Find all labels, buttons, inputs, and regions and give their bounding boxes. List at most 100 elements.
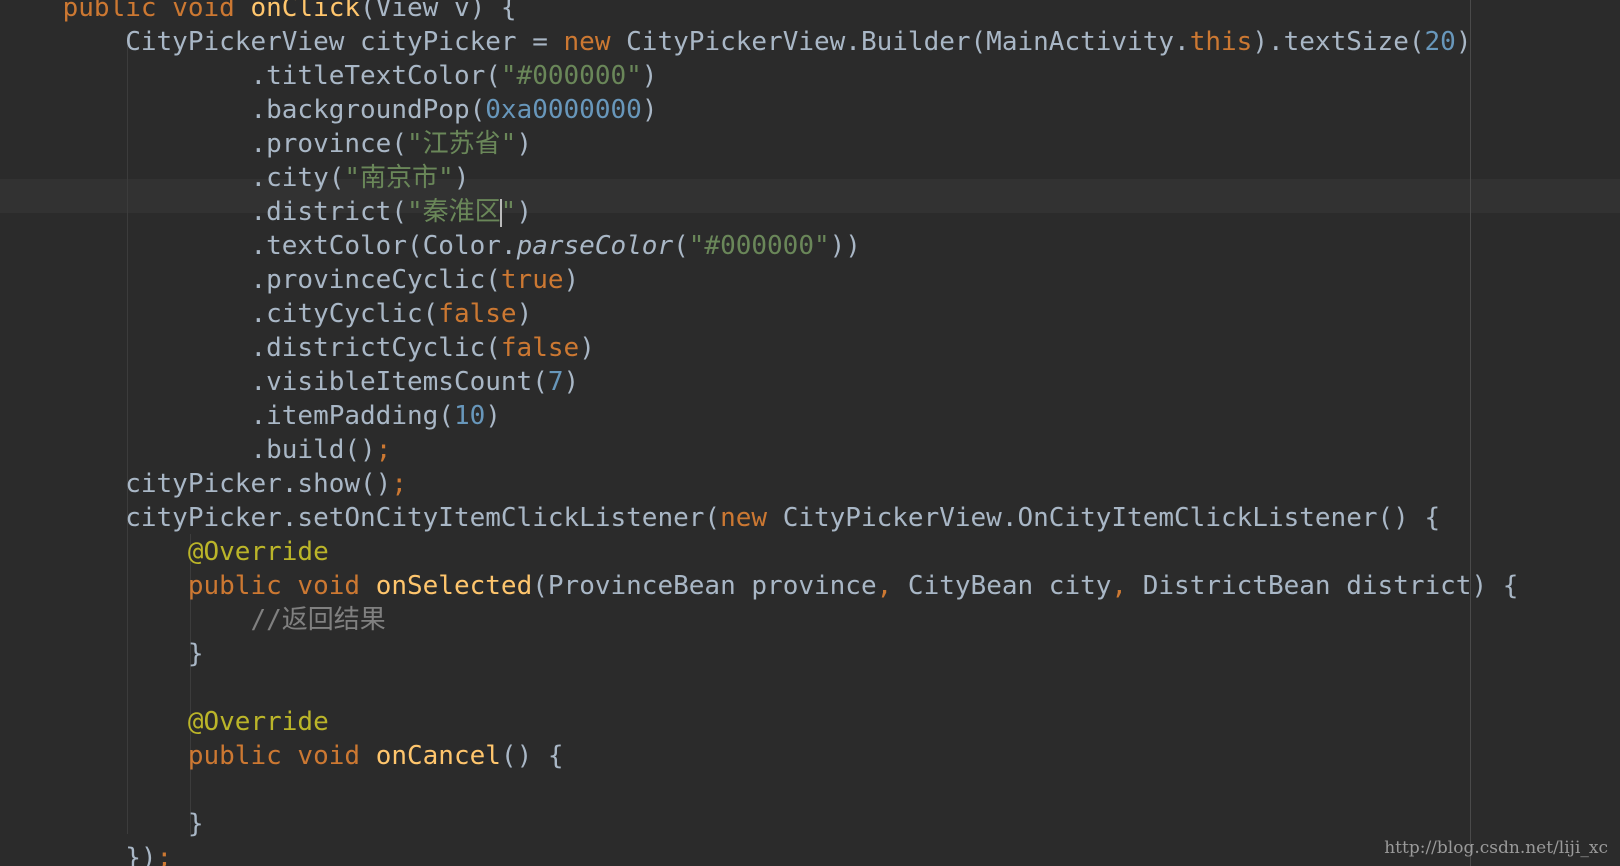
- right-margin-guide: [1470, 0, 1471, 866]
- code-token: ): [516, 129, 532, 159]
- code-line[interactable]: .itemPadding(10): [0, 399, 501, 433]
- code-token: "江苏省": [407, 129, 517, 159]
- code-token: .province(: [0, 129, 407, 159]
- code-token: new: [563, 27, 627, 57]
- code-line[interactable]: });: [0, 841, 172, 866]
- code-token: }: [0, 809, 204, 839]
- code-token: ): [453, 163, 470, 193]
- code-token: .districtCyclic(: [0, 333, 501, 363]
- code-token: onSelected: [375, 571, 533, 601]
- code-token: CityBean city: [907, 571, 1112, 601]
- code-token: ).textSize(: [1252, 27, 1425, 57]
- code-token: 0xa0000000: [485, 95, 642, 125]
- code-token: onClick: [250, 0, 361, 23]
- code-token: CityPickerView.OnCityItemClickListener()…: [782, 503, 1441, 533]
- code-line[interactable]: public void onClick(View v) {: [0, 0, 517, 25]
- code-token: (View v) {: [360, 0, 517, 23]
- code-token: (ProvinceBean province: [532, 571, 877, 601]
- code-token: @Override: [187, 537, 329, 567]
- code-token: ;: [156, 843, 173, 866]
- code-line[interactable]: @Override: [0, 535, 329, 569]
- code-token: //返回结果: [250, 605, 386, 635]
- code-token: DistrictBean district) {: [1142, 571, 1519, 601]
- code-token: true: [500, 265, 564, 295]
- code-token: .cityCyclic(: [0, 299, 439, 329]
- code-line[interactable]: .district("秦淮区"): [0, 195, 532, 229]
- code-token: "秦淮区: [407, 197, 501, 227]
- code-token: ,: [876, 571, 908, 601]
- code-token: .city(: [0, 163, 345, 193]
- code-line[interactable]: }: [0, 807, 204, 841]
- code-token: ,: [1111, 571, 1143, 601]
- code-token: (: [673, 231, 689, 261]
- code-line[interactable]: cityPicker.show();: [0, 467, 407, 501]
- code-token: ): [485, 401, 501, 431]
- code-token: ;: [391, 469, 407, 499]
- code-token: this: [1189, 27, 1253, 57]
- code-token: onCancel: [375, 741, 501, 771]
- code-token: .district(: [0, 197, 407, 227]
- code-token: CityPickerView cityPicker =: [0, 27, 564, 57]
- code-token: .itemPadding(: [0, 401, 454, 431]
- code-token: ): [1455, 27, 1472, 57]
- code-token: .visibleItemsCount(: [0, 367, 548, 397]
- code-line[interactable]: .build();: [0, 433, 391, 467]
- code-line[interactable]: .districtCyclic(false): [0, 331, 595, 365]
- code-token: cityPicker.setOnCityItemClickListener(: [0, 503, 721, 533]
- code-line[interactable]: cityPicker.setOnCityItemClickListener(ne…: [0, 501, 1440, 535]
- code-token: ): [563, 367, 580, 397]
- code-token: CityPickerView.Builder(MainActivity.: [626, 27, 1190, 57]
- code-line[interactable]: public void onSelected(ProvinceBean prov…: [0, 569, 1519, 603]
- code-line[interactable]: .cityCyclic(false): [0, 297, 532, 331]
- code-token: .backgroundPop(: [0, 95, 486, 125]
- code-token: }): [0, 843, 157, 866]
- code-token: public void: [187, 741, 376, 771]
- code-token: 20: [1424, 27, 1456, 57]
- code-token: ): [516, 299, 533, 329]
- code-line[interactable]: CityPickerView cityPicker = new CityPick…: [0, 25, 1471, 59]
- code-line[interactable]: .backgroundPop(0xa0000000): [0, 93, 657, 127]
- code-token: public void: [187, 571, 376, 601]
- watermark: http://blog.csdn.net/liji_xc: [1384, 838, 1608, 858]
- code-line[interactable]: .visibleItemsCount(7): [0, 365, 579, 399]
- code-line[interactable]: .provinceCyclic(true): [0, 263, 579, 297]
- code-token: .textColor(Color.: [0, 231, 517, 261]
- code-token: .titleTextColor(: [0, 61, 501, 91]
- code-token: "南京市": [344, 163, 454, 193]
- code-line[interactable]: }: [0, 637, 204, 671]
- code-token: .build(): [0, 435, 376, 465]
- code-token: ): [579, 333, 595, 363]
- code-token: @Override: [187, 707, 329, 737]
- code-line[interactable]: .titleTextColor("#000000"): [0, 59, 657, 93]
- code-line[interactable]: .city("南京市"): [0, 161, 469, 195]
- code-token: }: [0, 639, 204, 669]
- code-token: false: [500, 333, 580, 363]
- code-token: ": [500, 197, 517, 227]
- code-editor[interactable]: public void onClick(View v) { CityPicker…: [0, 0, 1620, 866]
- code-token: false: [438, 299, 517, 329]
- code-token: ): [641, 61, 658, 91]
- code-line[interactable]: @Override: [0, 705, 329, 739]
- code-token: cityPicker.show(): [0, 469, 392, 499]
- code-line[interactable]: .province("江苏省"): [0, 127, 532, 161]
- code-token: ;: [375, 435, 392, 465]
- code-token: )): [829, 231, 861, 261]
- code-token: .provinceCyclic(: [0, 265, 501, 295]
- code-token: 7: [547, 367, 564, 397]
- code-token: ): [641, 95, 658, 125]
- code-line[interactable]: //返回结果: [0, 603, 386, 637]
- code-token: parseColor: [516, 231, 674, 261]
- code-token: () {: [500, 741, 564, 771]
- code-token: public void: [62, 0, 251, 23]
- code-token: "#000000": [688, 231, 830, 261]
- code-line[interactable]: public void onCancel() {: [0, 739, 564, 773]
- code-token: ): [516, 197, 532, 227]
- code-token: "#000000": [500, 61, 642, 91]
- code-line[interactable]: .textColor(Color.parseColor("#000000")): [0, 229, 861, 263]
